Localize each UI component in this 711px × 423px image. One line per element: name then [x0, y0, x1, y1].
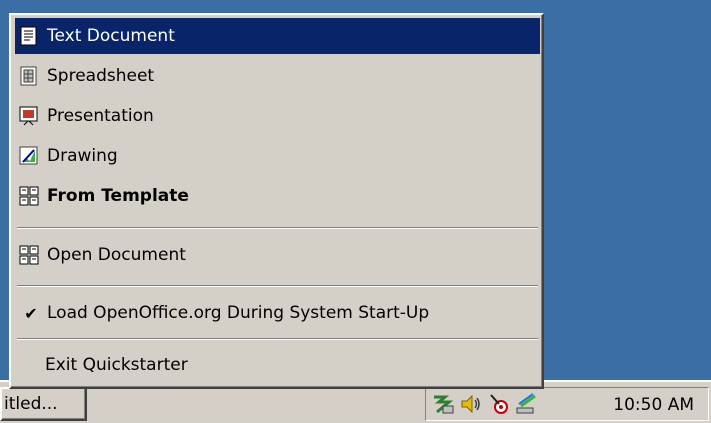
- satellite-icon[interactable]: [486, 391, 512, 417]
- taskbar-window-label: itled...: [4, 394, 58, 414]
- menu-item-label: Exit Quickstarter: [45, 355, 188, 375]
- system-tray: 10:50 AM: [425, 387, 709, 421]
- menu-item-text-document[interactable]: Text Document: [15, 18, 540, 54]
- menu-item-label: Drawing: [47, 146, 118, 166]
- menu-item-open-document[interactable]: Open Document: [15, 237, 540, 273]
- menu-item-label: Text Document: [47, 26, 175, 46]
- menu-item-load-at-startup[interactable]: ✔ Load OpenOffice.org During System Star…: [15, 295, 540, 331]
- menu-item-spreadsheet[interactable]: Spreadsheet: [15, 58, 540, 94]
- menu-item-label: Open Document: [47, 245, 186, 265]
- template-icon: [19, 186, 39, 206]
- menu-item-drawing[interactable]: Drawing: [15, 138, 540, 174]
- presentation-icon: [19, 106, 39, 126]
- menu-item-label: Spreadsheet: [47, 66, 155, 86]
- menu-separator: [17, 227, 538, 229]
- menu-item-exit-quickstarter[interactable]: Exit Quickstarter: [15, 347, 540, 383]
- menu-item-label: Load OpenOffice.org During System Start-…: [47, 303, 430, 323]
- menu-item-from-template[interactable]: From Template: [15, 178, 540, 214]
- modem-icon[interactable]: [514, 391, 540, 417]
- network-icon[interactable]: [430, 391, 456, 417]
- volume-icon[interactable]: [458, 391, 484, 417]
- drawing-icon: [19, 146, 39, 166]
- open-document-icon: [19, 245, 39, 265]
- quickstarter-context-menu: Text Document Spreadsheet Presentation D…: [9, 13, 544, 389]
- spreadsheet-icon: [19, 66, 39, 86]
- menu-separator: [17, 285, 538, 287]
- taskbar-window-button[interactable]: itled...: [0, 387, 87, 421]
- menu-separator: [17, 338, 538, 340]
- text-document-icon: [19, 26, 39, 46]
- menu-item-presentation[interactable]: Presentation: [15, 98, 540, 134]
- checkmark-icon: ✔: [24, 303, 38, 323]
- menu-item-label: From Template: [47, 186, 189, 206]
- menu-item-label: Presentation: [47, 106, 154, 126]
- taskbar-clock[interactable]: 10:50 AM: [613, 395, 694, 415]
